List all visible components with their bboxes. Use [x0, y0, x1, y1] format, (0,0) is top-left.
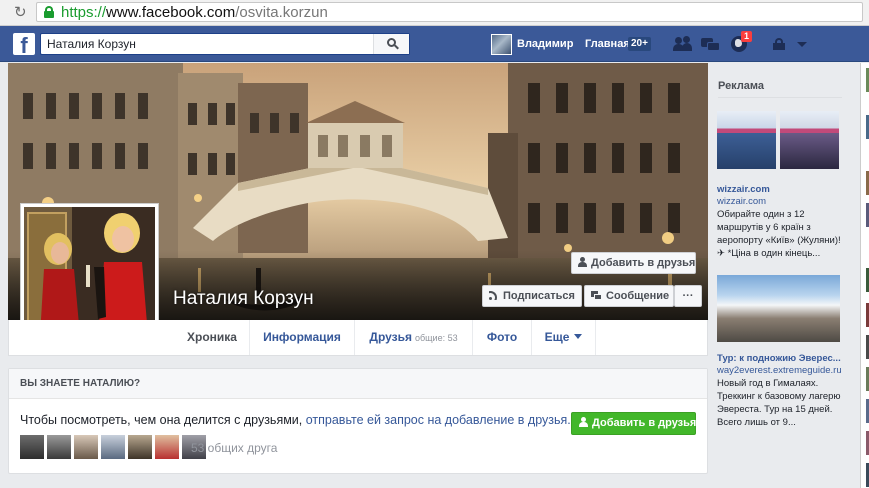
messages-icon[interactable] [701, 36, 720, 52]
chat-sidebar-edge [860, 63, 869, 488]
tab-about[interactable]: Информация [250, 320, 354, 355]
avatar[interactable] [101, 435, 125, 459]
reload-icon[interactable]: ↻ [14, 3, 27, 21]
add-friend-label: Добавить в друзья [591, 257, 696, 269]
add-friend-button[interactable]: Добавить в друзья [571, 252, 696, 274]
ad1-domain[interactable]: wizzair.com [717, 196, 766, 207]
add-friend-icon [579, 417, 588, 427]
avatar[interactable] [20, 435, 44, 459]
mutual-friends-count[interactable]: 53 общих друга [191, 441, 277, 455]
avatar [491, 33, 512, 55]
follow-button[interactable]: Подписаться [482, 285, 582, 307]
ad1-description[interactable]: Обирайте один з 12 маршрутів у 6 країн з… [717, 208, 849, 260]
ad-image-wizzair-2[interactable] [780, 111, 839, 169]
search-box[interactable] [40, 33, 410, 55]
friend-requests-icon[interactable] [673, 36, 692, 52]
ad-image-wizzair-1[interactable] [717, 111, 776, 169]
user-name: Владимир [517, 38, 574, 50]
address-bar[interactable]: https://www.facebook.com/osvita.korzun [36, 2, 863, 22]
privacy-lock-icon[interactable] [773, 38, 787, 50]
know-message: Чтобы посмотреть, чем она делится с друз… [20, 413, 571, 427]
ad2-description[interactable]: Новый год в Гималаях. Треккинг к базовом… [717, 377, 849, 429]
home-link[interactable]: Главная [585, 38, 630, 50]
facebook-logo-icon[interactable]: f [13, 33, 35, 55]
message-label: Сообщение [606, 290, 670, 302]
ad2-title[interactable]: Тур: к подножию Эверес... [717, 353, 841, 364]
send-friend-request-link[interactable]: отправьте ей запрос на добавление в друз… [306, 413, 571, 427]
url-text[interactable]: https://www.facebook.com/osvita.korzun [61, 4, 328, 21]
lock-icon [44, 6, 54, 18]
add-friend-icon [578, 257, 587, 267]
facebook-top-bar: f Владимир Главная 20+ 1 [0, 26, 869, 62]
tab-photos[interactable]: Фото [473, 320, 531, 355]
mutual-friends-avatars [20, 435, 209, 459]
user-profile-link[interactable]: Владимир [491, 33, 574, 55]
message-button[interactable]: Сообщение [584, 285, 674, 307]
follow-label: Подписаться [503, 290, 575, 302]
know-message-text: Чтобы посмотреть, чем она делится с друз… [20, 413, 306, 427]
profile-tabs: Хроника Информация Друзья общие: 53 Фото … [8, 320, 708, 356]
ad1-title[interactable]: wizzair.com [717, 184, 770, 195]
account-menu-chevron-down-icon[interactable] [797, 42, 807, 47]
chevron-down-icon [574, 334, 583, 339]
card-heading: ВЫ ЗНАЕТЕ НАТАЛИЮ? [9, 369, 707, 399]
tab-more[interactable]: Еще [532, 320, 595, 355]
follow-icon [489, 290, 499, 300]
tab-timeline[interactable]: Хроника [175, 320, 249, 355]
tab-more-label: Еще [544, 330, 570, 344]
ad-image-everest[interactable] [717, 275, 840, 342]
tab-friends-count: общие: 53 [414, 333, 458, 343]
tab-friends-label: Друзья [369, 330, 412, 344]
home-count-badge: 20+ [628, 37, 651, 51]
search-button[interactable] [373, 34, 409, 54]
ads-heading: Реклама [718, 80, 765, 92]
ads-column: Реклама wizzair.com wizzair.com Обирайте… [709, 63, 860, 488]
add-friend-green-button[interactable]: Добавить в друзья [571, 412, 696, 435]
browser-bar: ↻ https://www.facebook.com/osvita.korzun [0, 0, 869, 26]
avatar[interactable] [47, 435, 71, 459]
avatar[interactable] [128, 435, 152, 459]
profile-name[interactable]: Наталия Корзун [173, 288, 314, 310]
add-friend-green-label: Добавить в друзья [592, 417, 697, 429]
notifications-badge: 1 [741, 31, 753, 42]
do-you-know-card: ВЫ ЗНАЕТЕ НАТАЛИЮ? Чтобы посмотреть, чем… [8, 368, 708, 474]
message-icon [591, 291, 602, 300]
tab-friends[interactable]: Друзья общие: 53 [355, 320, 472, 355]
profile-picture-image [24, 207, 155, 336]
ad2-domain[interactable]: way2everest.extremeguide.ru [717, 365, 842, 376]
more-options-button[interactable]: ··· [674, 285, 702, 307]
avatar[interactable] [74, 435, 98, 459]
search-input[interactable] [41, 34, 375, 54]
avatar[interactable] [155, 435, 179, 459]
